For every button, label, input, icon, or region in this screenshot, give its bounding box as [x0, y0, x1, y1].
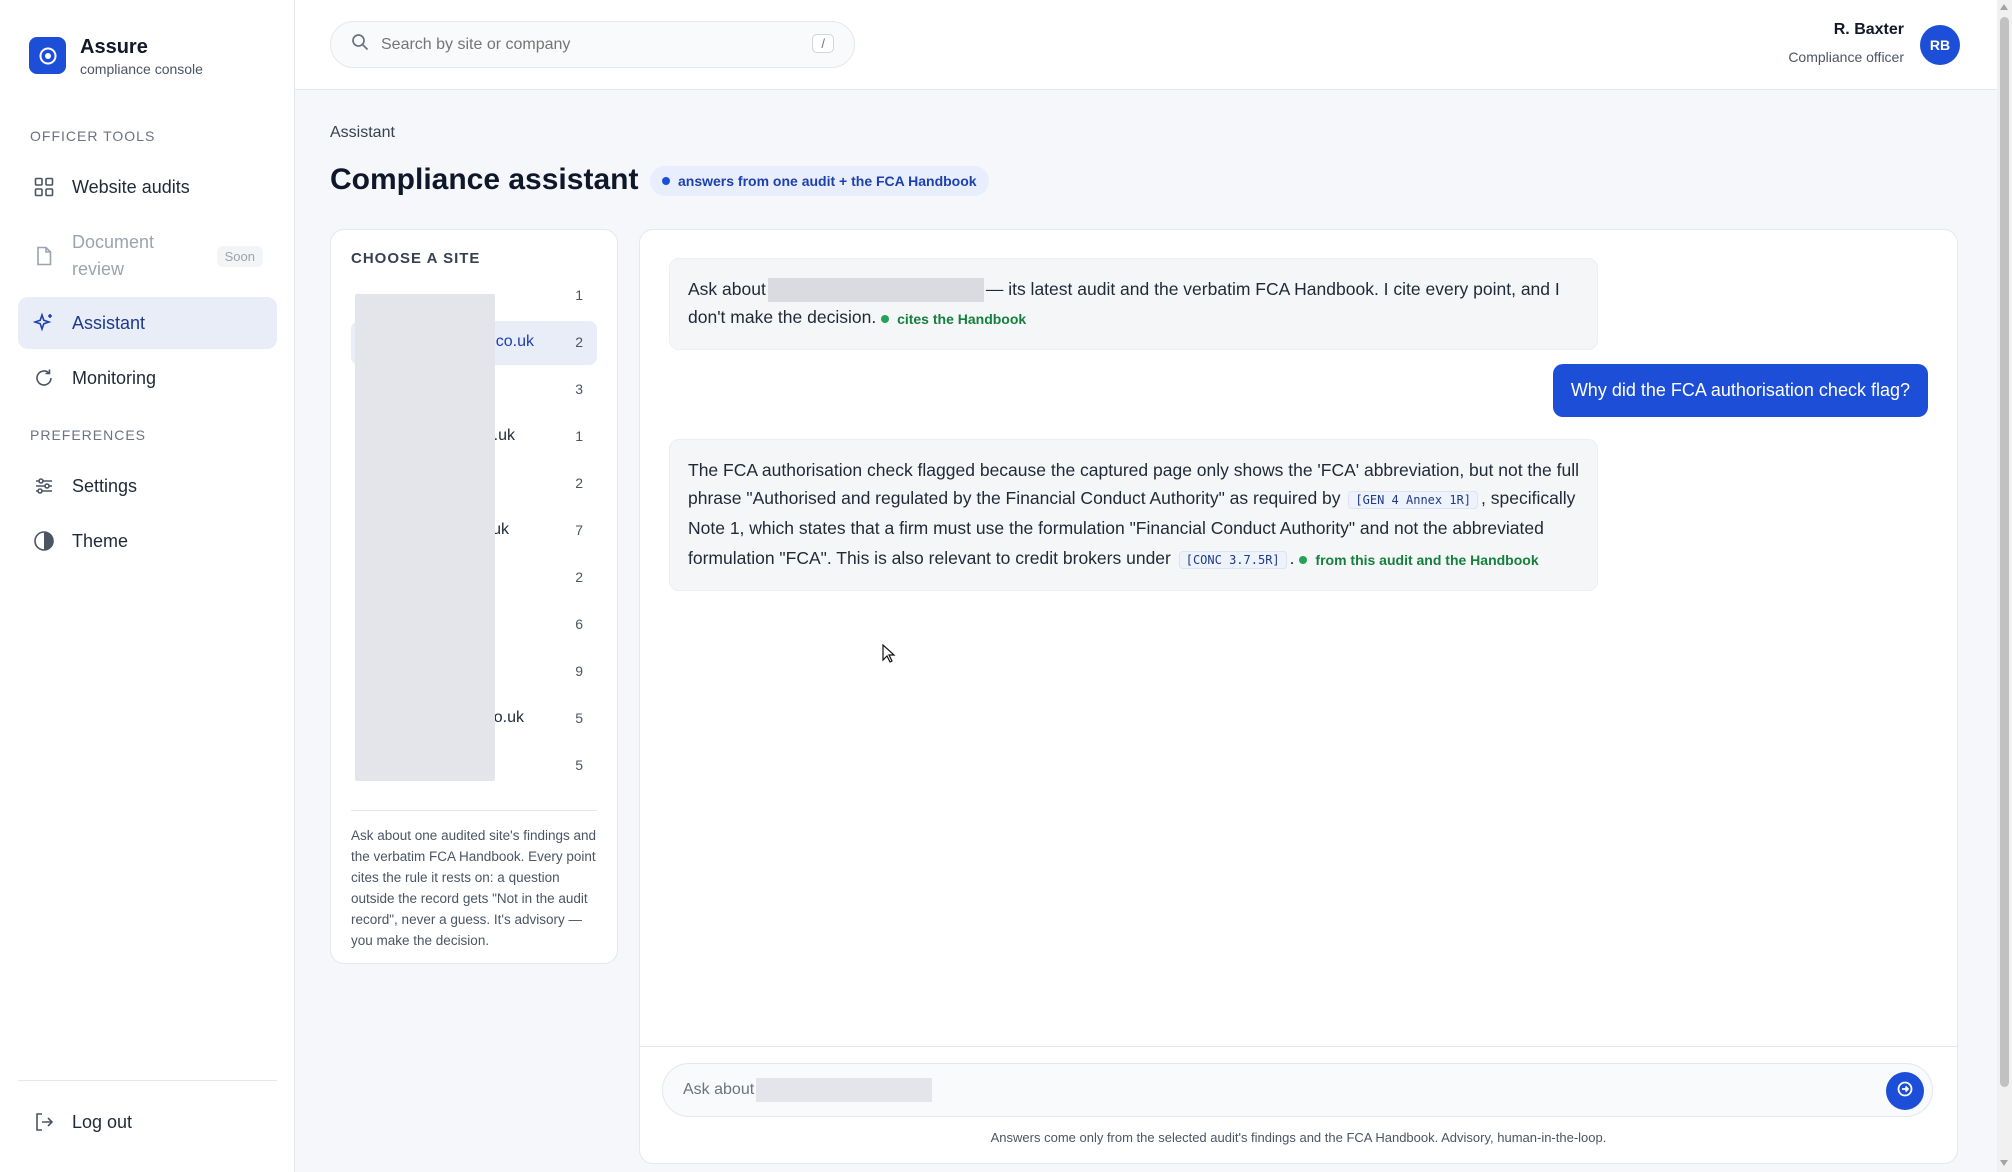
section-label-officer-tools: OFFICER TOOLS: [30, 128, 156, 144]
site-finding-count: 2: [575, 475, 583, 491]
sidebar-item-website-audits[interactable]: Website audits: [18, 161, 277, 213]
sidebar-item-theme[interactable]: Theme: [18, 515, 277, 567]
cite-tag: cites the Handbook: [881, 305, 1026, 333]
site-finding-count: 9: [575, 663, 583, 679]
soon-badge: Soon: [216, 245, 263, 267]
chat-input[interactable]: Ask about: [662, 1063, 1933, 1117]
sidebar-item-settings[interactable]: Settings: [18, 460, 277, 512]
sidebar-item-assistant[interactable]: Assistant: [18, 297, 277, 349]
sidebar-item-label: Theme: [72, 530, 129, 551]
site-finding-count: 5: [575, 710, 583, 726]
intro-lead: Ask about: [688, 279, 766, 299]
scroll-up-icon[interactable]: [2000, 4, 2008, 10]
site-finding-count: 1: [575, 287, 583, 303]
user-info[interactable]: R. Baxter Compliance officer: [1788, 21, 1904, 65]
site-chooser-title: CHOOSE A SITE: [351, 250, 481, 267]
assistant-answer-message: The FCA authorisation check flagged beca…: [669, 439, 1598, 591]
brand-subtitle: compliance console: [80, 61, 203, 77]
sidebar-item-label: Monitoring: [72, 367, 157, 388]
page-title: Compliance assistant: [330, 163, 639, 196]
site-finding-count: 3: [575, 381, 583, 397]
sidebar-divider: [18, 1080, 277, 1081]
status-dot: [662, 177, 670, 185]
scope-badge-label: answers from one audit + the FCA Handboo…: [678, 173, 977, 189]
grid-icon: [32, 175, 56, 199]
send-button[interactable]: [1886, 1072, 1924, 1110]
page-scrollbar[interactable]: [1997, 0, 2012, 1172]
sliders-icon: [32, 474, 56, 498]
sidebar-item-label: Website audits: [72, 176, 190, 197]
site-finding-count: 5: [575, 757, 583, 773]
logout-button[interactable]: Log out: [18, 1096, 277, 1148]
search-icon: [351, 33, 369, 56]
sidebar-item-label: Settings: [72, 475, 138, 496]
assistant-intro-message: Ask about — its latest audit and the verb…: [669, 258, 1598, 350]
chat-panel: Ask about — its latest audit and the verb…: [639, 229, 1958, 1164]
breadcrumb: Assistant: [330, 124, 395, 141]
site-finding-count: 2: [575, 334, 583, 350]
logout-icon: [32, 1110, 56, 1134]
site-finding-count: 7: [575, 522, 583, 538]
section-label-preferences: PREFERENCES: [30, 427, 147, 443]
source-tag-label: from this audit and the Handbook: [1315, 552, 1539, 568]
redacted-site-name: [767, 278, 984, 303]
site-finding-count: 2: [575, 569, 583, 585]
user-name: R. Baxter: [1833, 21, 1904, 38]
brand-name: Assure: [80, 36, 148, 58]
status-dot: [881, 315, 890, 323]
sparkle-icon: [32, 311, 56, 335]
mouse-cursor-icon: [882, 643, 896, 669]
refresh-icon: [32, 366, 56, 390]
source-tag: from this audit and the Handbook: [1299, 546, 1539, 574]
answer-text: .: [1289, 548, 1295, 568]
cite-tag-label: cites the Handbook: [897, 311, 1027, 327]
search-bar[interactable]: /: [330, 21, 855, 68]
chat-input-placeholder: Ask about: [683, 1081, 755, 1098]
handbook-reference[interactable]: [CONC 3.7.5R]: [1178, 551, 1287, 569]
site-chooser-divider: [351, 810, 597, 811]
scroll-down-icon[interactable]: [2000, 1160, 2008, 1166]
user-role: Compliance officer: [1788, 49, 1904, 65]
contrast-icon: [32, 529, 56, 553]
brand[interactable]: Assure compliance console: [29, 35, 203, 77]
composer-disclaimer: Answers come only from the selected audi…: [990, 1130, 1607, 1145]
sidebar-item-document-review: Document review Soon: [18, 220, 277, 292]
site-finding-count: 6: [575, 616, 583, 632]
avatar[interactable]: RB: [1920, 25, 1960, 65]
redaction-block: [355, 294, 495, 781]
sidebar: Assure compliance console OFFICER TOOLS …: [0, 0, 295, 1172]
scope-badge: answers from one audit + the FCA Handboo…: [650, 166, 989, 196]
site-chooser-note: Ask about one audited site's findings an…: [351, 828, 596, 948]
scrollbar-thumb[interactable]: [2000, 17, 2009, 1087]
topbar: / R. Baxter Compliance officer RB: [295, 0, 1997, 90]
arrow-right-icon: [1897, 1081, 1913, 1102]
sidebar-item-monitoring[interactable]: Monitoring: [18, 352, 277, 404]
redacted-site-name: [756, 1078, 933, 1102]
handbook-reference[interactable]: [GEN 4 Annex 1R]: [1348, 491, 1479, 509]
search-shortcut-key: /: [812, 34, 834, 53]
logout-label: Log out: [72, 1111, 133, 1132]
document-icon: [32, 244, 56, 268]
target-icon: [29, 37, 66, 74]
site-finding-count: 1: [575, 428, 583, 444]
sidebar-item-label: Document review: [72, 232, 155, 279]
user-message: Why did the FCA authorisation check flag…: [1552, 364, 1928, 417]
status-dot: [1299, 556, 1308, 564]
sidebar-item-label: Assistant: [72, 312, 146, 333]
composer-divider: [640, 1046, 1957, 1047]
search-input[interactable]: [381, 35, 801, 54]
